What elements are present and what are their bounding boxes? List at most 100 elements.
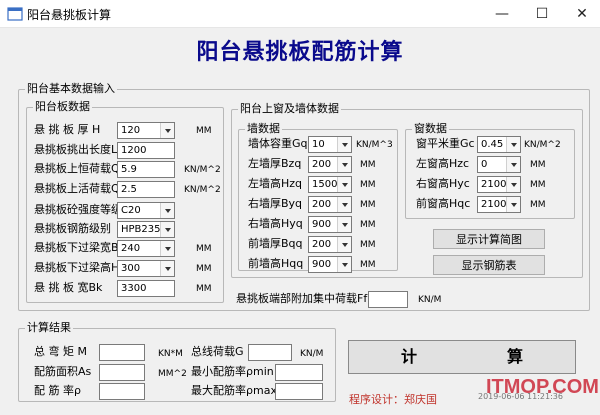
- total-load-label: 总线荷载G: [191, 345, 244, 358]
- concrete-grade-label: 悬挑板砼强度等级: [34, 203, 122, 216]
- rebar-grade-label: 悬挑板钢筋级别: [34, 222, 111, 235]
- slab-thickness-label: 悬 挑 板 厚 H: [34, 123, 101, 136]
- slab-thickness-unit: MM: [196, 126, 212, 136]
- left-window-height-unit: MM: [530, 160, 546, 170]
- slab-thickness-select[interactable]: 120: [117, 122, 175, 139]
- front-window-height-label: 前窗高Hqc: [416, 197, 471, 210]
- total-load-unit: KN/M: [300, 349, 324, 359]
- rebar-area-output: [99, 364, 145, 381]
- front-window-height-unit: MM: [530, 200, 546, 210]
- chevron-down-icon[interactable]: [160, 241, 174, 256]
- maximize-button[interactable]: ☐: [532, 4, 552, 24]
- dead-load-label: 悬挑板上恒荷载Qg: [34, 162, 127, 175]
- window-title: 阳台悬挑板计算: [27, 8, 112, 22]
- chevron-down-icon[interactable]: [337, 157, 351, 172]
- show-diagram-button[interactable]: 显示计算简图: [433, 229, 545, 249]
- chevron-down-icon[interactable]: [160, 123, 174, 138]
- left-window-height-label: 左窗高Hzc: [416, 157, 470, 170]
- slab-data-legend: 阳台板数据: [35, 100, 90, 113]
- chevron-down-icon[interactable]: [337, 137, 351, 152]
- live-load-label: 悬挑板上活荷载Qp: [34, 182, 127, 195]
- chevron-down-icon[interactable]: [506, 197, 520, 212]
- front-wall-height-unit: MM: [360, 260, 376, 270]
- min-ratio-output: [275, 364, 323, 381]
- wall-density-select[interactable]: 10: [308, 136, 352, 153]
- right-wall-thickness-label: 右墙厚Byq: [248, 197, 303, 210]
- basic-data-legend: 阳台基本数据输入: [27, 82, 115, 95]
- moment-unit: KN*M: [158, 349, 183, 359]
- chevron-down-icon[interactable]: [337, 177, 351, 192]
- left-wall-thickness-label: 左墙厚Bzq: [248, 157, 302, 170]
- chevron-down-icon[interactable]: [160, 222, 174, 237]
- left-window-height-select[interactable]: 0: [477, 156, 521, 173]
- dead-load-input[interactable]: 5.9: [117, 161, 175, 178]
- results-legend: 计算结果: [27, 321, 71, 334]
- left-wall-height-label: 左墙高Hzq: [248, 177, 303, 190]
- concrete-grade-select[interactable]: C20: [117, 202, 175, 219]
- front-wall-height-select[interactable]: 900: [308, 256, 352, 273]
- wall-density-unit: KN/M^3: [356, 140, 393, 150]
- slab-width-input[interactable]: 3300: [117, 280, 175, 297]
- front-wall-thickness-label: 前墙厚Bqq: [248, 237, 303, 250]
- right-wall-height-unit: MM: [360, 220, 376, 230]
- tip-load-input[interactable]: [368, 291, 408, 308]
- calculate-label-right: 算: [507, 347, 524, 366]
- left-wall-thickness-unit: MM: [360, 160, 376, 170]
- front-window-height-select[interactable]: 2100: [477, 196, 521, 213]
- live-load-unit: KN/M^2: [184, 185, 221, 195]
- chevron-down-icon[interactable]: [160, 203, 174, 218]
- front-wall-thickness-select[interactable]: 200: [308, 236, 352, 253]
- left-wall-height-select[interactable]: 1500: [308, 176, 352, 193]
- beam-height-label: 悬挑板下过梁高Hb: [34, 261, 127, 274]
- max-ratio-label: 最大配筋率ρmax: [191, 384, 277, 397]
- beam-width-unit: MM: [196, 244, 212, 254]
- rebar-area-unit: MM^2: [158, 369, 187, 379]
- rebar-area-label: 配筋面积As: [34, 365, 92, 378]
- author-credit: 程序设计：郑庆国: [349, 393, 437, 406]
- total-load-output: [248, 344, 292, 361]
- chevron-down-icon[interactable]: [337, 237, 351, 252]
- calculate-button[interactable]: 计 算: [348, 340, 576, 374]
- moment-label: 总 弯 矩 M: [34, 345, 87, 358]
- beam-height-select[interactable]: 300: [117, 260, 175, 277]
- window-data-legend: 窗数据: [414, 122, 447, 135]
- left-wall-thickness-select[interactable]: 200: [308, 156, 352, 173]
- window-weight-unit: KN/M^2: [524, 140, 561, 150]
- right-wall-height-select[interactable]: 900: [308, 216, 352, 233]
- right-window-height-unit: MM: [530, 180, 546, 190]
- front-wall-thickness-unit: MM: [360, 240, 376, 250]
- right-wall-thickness-unit: MM: [360, 200, 376, 210]
- beam-width-select[interactable]: 240: [117, 240, 175, 257]
- app-icon: [7, 7, 23, 21]
- slab-length-input[interactable]: 1200: [117, 142, 175, 159]
- chevron-down-icon[interactable]: [337, 197, 351, 212]
- slab-width-label: 悬 挑 板 宽Bk: [34, 281, 103, 294]
- close-button[interactable]: ✕: [572, 4, 592, 24]
- left-wall-height-unit: MM: [360, 180, 376, 190]
- chevron-down-icon[interactable]: [160, 261, 174, 276]
- chevron-down-icon[interactable]: [506, 177, 520, 192]
- chevron-down-icon[interactable]: [337, 217, 351, 232]
- tip-load-label: 悬挑板端部附加集中荷载Ff: [236, 292, 368, 305]
- calculate-label-left: 计: [401, 347, 418, 366]
- main-title: 阳台悬挑板配筋计算: [196, 39, 404, 65]
- chevron-down-icon[interactable]: [337, 257, 351, 272]
- front-wall-height-label: 前墙高Hqq: [248, 257, 304, 270]
- show-rebar-table-button[interactable]: 显示钢筋表: [433, 255, 545, 275]
- min-ratio-label: 最小配筋率ρmin: [191, 365, 274, 378]
- moment-output: [99, 344, 145, 361]
- window-weight-label: 窗平米重Gc: [416, 137, 475, 150]
- watermark: ITMOP.COM: [486, 376, 599, 398]
- right-wall-thickness-select[interactable]: 200: [308, 196, 352, 213]
- chevron-down-icon[interactable]: [506, 157, 520, 172]
- right-wall-height-label: 右墙高Hyq: [248, 217, 303, 230]
- right-window-height-select[interactable]: 2100: [477, 176, 521, 193]
- ratio-output: [99, 383, 145, 400]
- wall-density-label: 墙体容重Gq: [248, 137, 308, 150]
- chevron-down-icon[interactable]: [506, 137, 520, 152]
- window-weight-select[interactable]: 0.45: [477, 136, 521, 153]
- rebar-grade-select[interactable]: HPB235: [117, 221, 175, 238]
- minimize-button[interactable]: —: [492, 4, 512, 24]
- dead-load-unit: KN/M^2: [184, 165, 221, 175]
- live-load-input[interactable]: 2.5: [117, 181, 175, 198]
